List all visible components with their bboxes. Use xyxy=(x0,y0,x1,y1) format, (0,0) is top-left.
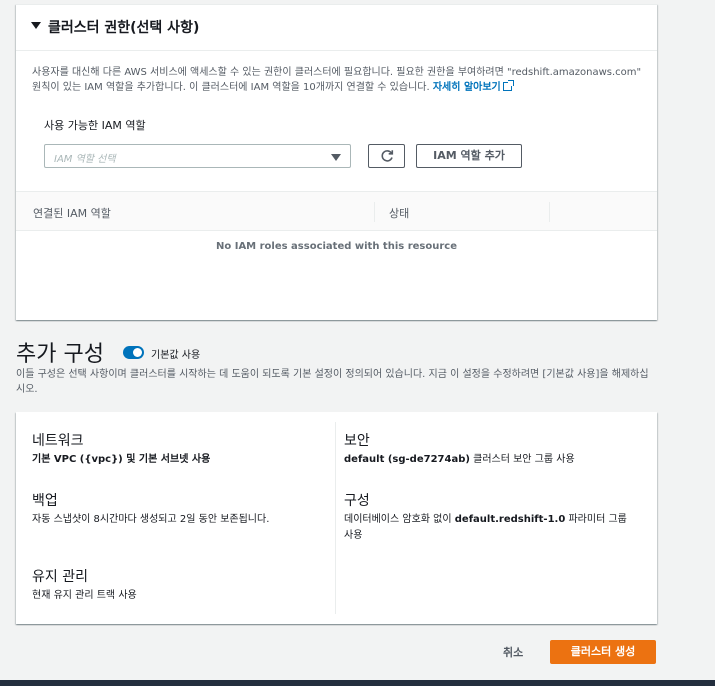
empty-table-message: No IAM roles associated with this resour… xyxy=(216,241,457,252)
permissions-description: 사용자를 대신해 다른 AWS 서비스에 액세스할 수 있는 권한이 클러스터에… xyxy=(32,65,652,95)
use-defaults-toggle[interactable] xyxy=(123,346,144,359)
create-cluster-button[interactable]: 클러스터 생성 xyxy=(550,640,656,664)
permissions-header[interactable]: 클러스터 권한(선택 사항) xyxy=(16,5,657,51)
maintenance-title: 유지 관리 xyxy=(32,569,88,585)
backup-value: 자동 스냅샷이 8시간마다 생성되고 2일 동안 보존됩니다. xyxy=(32,514,270,525)
additional-config-description: 이들 구성은 선택 사항이며 클러스터를 시작하는 데 도움이 되도록 기본 설… xyxy=(16,369,649,395)
permissions-description-text: 사용자를 대신해 다른 AWS 서비스에 액세스할 수 있는 권한이 클러스터에… xyxy=(32,67,642,93)
column-status[interactable]: 상태 xyxy=(389,205,409,221)
additional-config-title: 추가 구성 xyxy=(16,342,104,367)
network-title: 네트워크 xyxy=(32,433,84,449)
external-link-icon xyxy=(502,80,514,91)
iam-role-select-placeholder: IAM 역할 선택 xyxy=(54,154,116,165)
config-value-a: 데이터베이스 암호화 없이 xyxy=(344,514,455,525)
toggle-knob xyxy=(133,348,142,357)
config-value: 데이터베이스 암호화 없이 default.redshift-1.0 파라미터 … xyxy=(344,512,634,544)
bottom-bar xyxy=(0,680,715,686)
iam-role-select[interactable]: IAM 역할 선택 xyxy=(44,144,351,168)
security-value: default (sg-de7274ab) 클러스터 보안 그룹 사용 xyxy=(344,452,575,468)
caret-down-icon[interactable] xyxy=(31,22,41,29)
maintenance-value: 현재 유지 관리 트랙 사용 xyxy=(32,590,137,601)
security-group-id: default (sg-de7274ab) xyxy=(344,454,470,465)
network-value: 기본 VPC ({vpc}) 및 기본 서브넷 사용 xyxy=(32,452,210,468)
use-defaults-label: 기본값 사용 xyxy=(151,350,201,361)
iam-roles-table-header: 연결된 IAM 역할 상태 xyxy=(16,191,657,231)
column-divider xyxy=(374,202,375,222)
permissions-title: 클러스터 권한(선택 사항) xyxy=(48,20,200,36)
network-value-text: 기본 VPC ({vpc}) 및 기본 서브넷 사용 xyxy=(32,454,211,465)
column-divider xyxy=(549,202,550,222)
dropdown-arrow-icon xyxy=(331,154,341,161)
add-iam-role-button[interactable]: IAM 역할 추가 xyxy=(416,144,522,168)
column-divider xyxy=(335,422,336,614)
security-value-rest: 클러스터 보안 그룹 사용 xyxy=(469,454,575,465)
available-roles-label: 사용 가능한 IAM 역할 xyxy=(44,119,146,132)
column-attached-iam-role[interactable]: 연결된 IAM 역할 xyxy=(33,205,111,221)
cluster-permissions-panel: 클러스터 권한(선택 사항) 사용자를 대신해 다른 AWS 서비스에 액세스할… xyxy=(16,4,657,320)
refresh-icon xyxy=(381,150,394,162)
defaults-summary-panel: 네트워크 기본 VPC ({vpc}) 및 기본 서브넷 사용 보안 defau… xyxy=(16,412,657,624)
cancel-button[interactable]: 취소 xyxy=(503,644,523,660)
refresh-button[interactable] xyxy=(368,144,405,168)
security-title: 보안 xyxy=(344,433,370,449)
config-title: 구성 xyxy=(344,493,370,509)
learn-more-link[interactable]: 자세히 알아보기 xyxy=(433,82,501,93)
parameter-group-name: default.redshift-1.0 xyxy=(454,514,566,525)
backup-title: 백업 xyxy=(32,493,58,509)
